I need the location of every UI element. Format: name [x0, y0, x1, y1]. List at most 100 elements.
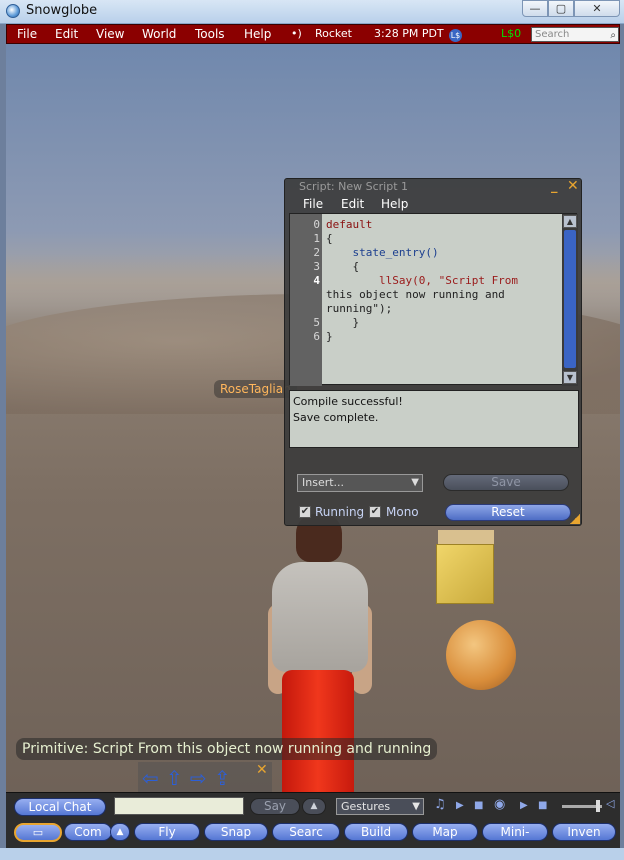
move-forward-icon[interactable]: ⇧	[166, 766, 183, 790]
close-icon[interactable]: ✕	[256, 762, 268, 778]
search-input[interactable]: Search ⌕	[531, 27, 619, 42]
search-placeholder: Search	[535, 29, 570, 40]
resize-grip-icon[interactable]	[570, 514, 580, 524]
media-play-icon[interactable]: ▶	[520, 800, 528, 811]
menu-file[interactable]: File	[17, 27, 37, 41]
music-play-icon[interactable]: ▶	[456, 800, 464, 811]
turn-right-icon[interactable]: ⇨	[190, 766, 207, 790]
speaker-icon[interactable]: ◁	[606, 797, 614, 810]
scroll-up-icon[interactable]: ▲	[563, 215, 577, 228]
ls-currency-icon[interactable]: L$	[449, 29, 462, 42]
snapshot-button[interactable]: Snap	[204, 823, 268, 841]
minimize-icon[interactable]: _	[551, 179, 558, 194]
movement-controls: ⇦ ⇧ ⇨ ⇪ ✕	[138, 762, 272, 792]
inventory-button[interactable]: Inven	[552, 823, 616, 841]
line-number: 3	[313, 260, 320, 273]
build-button[interactable]: Build	[344, 823, 408, 841]
gestures-label: Gestures	[341, 800, 391, 813]
insert-dropdown-label: Insert...	[302, 476, 345, 489]
chevron-down-icon: ▼	[411, 477, 419, 488]
menu-edit[interactable]: Edit	[55, 27, 78, 41]
mono-label: Mono	[386, 505, 419, 519]
code-line: this object now running and	[326, 288, 505, 301]
code-line: }	[326, 316, 360, 329]
chat-toggle-button[interactable]: ▭	[14, 823, 62, 842]
window-titlebar: Snowglobe — ▢ ✕	[0, 0, 624, 24]
chat-type-arrow-icon[interactable]: ▲	[302, 798, 326, 815]
script-editor-window: Script: New Script 1 _ ✕ File Edit Help …	[284, 178, 582, 526]
close-icon[interactable]: ✕	[567, 178, 579, 194]
local-chat-button[interactable]: Local Chat	[14, 798, 106, 816]
communicate-button[interactable]: Com	[64, 823, 112, 841]
clock-time: 3:28 PM PDT	[374, 27, 444, 40]
line-number: 2	[313, 246, 320, 259]
scroll-thumb[interactable]	[564, 230, 576, 368]
search-button[interactable]: Searc	[272, 823, 340, 841]
code-line: {	[326, 260, 360, 273]
code-line: llSay(0, "Script From	[326, 274, 519, 287]
menu-world[interactable]: World	[142, 27, 176, 41]
line-number: 6	[313, 330, 320, 343]
line-number: 0	[313, 218, 320, 231]
chevron-down-icon: ▼	[412, 801, 420, 812]
running-label: Running	[315, 505, 365, 519]
bottom-toolbar: ▭ Com ▲ Fly Snap Searc Build Map Mini- I…	[6, 818, 620, 848]
line-number-current: 4	[313, 274, 320, 287]
line-number: 5	[313, 316, 320, 329]
code-line: {	[326, 232, 333, 245]
avatar-torso[interactable]	[272, 562, 368, 672]
code-line: state_entry()	[326, 246, 439, 259]
media-camera-icon[interactable]: ◉	[494, 797, 505, 812]
mono-checkbox[interactable]: ✔	[369, 506, 381, 518]
save-button[interactable]: Save	[443, 474, 569, 491]
prim-orange-sphere[interactable]	[446, 620, 516, 690]
sound-icon[interactable]: •)	[291, 27, 302, 40]
editor-scrollbar[interactable]: ▲ ▼	[562, 214, 578, 386]
linden-balance[interactable]: L$0	[501, 27, 521, 40]
line-number: 1	[313, 232, 320, 245]
volume-knob[interactable]	[596, 800, 600, 812]
turn-left-icon[interactable]: ⇦	[142, 766, 159, 790]
window-title: Snowglobe	[26, 3, 98, 18]
menu-help[interactable]: Help	[244, 27, 271, 41]
chat-bar: Local Chat Say ▲ Gestures ▼ ♫ ▶ ■ ◉ ▶ ■ …	[6, 792, 620, 818]
map-button[interactable]: Map	[412, 823, 478, 841]
compile-output-panel: Compile successful! Save complete.	[289, 390, 579, 448]
running-checkbox[interactable]: ✔	[299, 506, 311, 518]
minimap-button[interactable]: Mini-	[482, 823, 548, 841]
script-menu-help[interactable]: Help	[381, 197, 408, 211]
music-note-icon[interactable]: ♫	[434, 797, 446, 812]
communicate-arrow-icon[interactable]: ▲	[110, 823, 130, 841]
search-icon[interactable]: ⌕	[610, 29, 616, 42]
main-menubar: File Edit View World Tools Help •) Rocke…	[6, 24, 620, 44]
reset-button[interactable]: Reset	[445, 504, 571, 521]
chat-history-message: Primitive: Script From this object now r…	[16, 738, 438, 760]
scroll-down-icon[interactable]: ▼	[563, 371, 577, 384]
script-menu-file[interactable]: File	[303, 197, 323, 211]
code-line: }	[326, 330, 333, 343]
menu-tools[interactable]: Tools	[195, 27, 225, 41]
gestures-dropdown[interactable]: Gestures ▼	[336, 798, 424, 815]
window-bottom-border	[0, 848, 624, 860]
region-name[interactable]: Rocket	[315, 27, 352, 40]
prim-yellow-box[interactable]	[436, 544, 494, 604]
snowglobe-app-icon	[6, 4, 20, 18]
maximize-button[interactable]: ▢	[548, 0, 574, 17]
close-window-button[interactable]: ✕	[574, 0, 620, 17]
jump-up-icon[interactable]: ⇪	[214, 766, 231, 790]
output-line: Compile successful!	[293, 395, 403, 408]
code-line: running");	[326, 302, 393, 315]
line-number-gutter: 0 1 2 3 4 5 6	[290, 214, 322, 386]
say-button[interactable]: Say	[250, 798, 300, 815]
avatar-legs[interactable]	[282, 670, 354, 792]
media-stop-icon[interactable]: ■	[538, 800, 547, 811]
menu-view[interactable]: View	[96, 27, 124, 41]
script-code-editor[interactable]: 0 1 2 3 4 5 6 default { state_entry() { …	[289, 213, 578, 386]
fly-button[interactable]: Fly	[134, 823, 200, 841]
code-line: default	[326, 218, 373, 231]
script-menu-edit[interactable]: Edit	[341, 197, 364, 211]
minimize-button[interactable]: —	[522, 0, 548, 17]
music-stop-icon[interactable]: ■	[474, 800, 483, 811]
insert-dropdown[interactable]: Insert... ▼	[297, 474, 423, 492]
chat-input[interactable]	[114, 797, 244, 815]
